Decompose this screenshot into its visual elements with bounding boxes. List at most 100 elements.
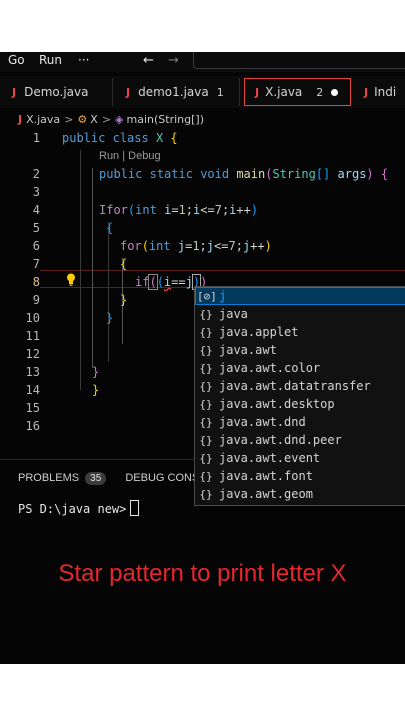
suggestion-item[interactable]: {} java.awt.color — [195, 359, 405, 377]
java-file-icon: J — [364, 85, 369, 99]
breadcrumb-class[interactable]: X — [90, 113, 98, 126]
suggestion-item[interactable]: {} java.awt.dnd — [195, 413, 405, 431]
panel-tabs: PROBLEMS 35 DEBUG CONSOL — [18, 472, 214, 485]
suggestion-item-selected[interactable]: [⊘] j — [195, 287, 405, 305]
breadcrumb-method[interactable]: main(String[]) — [127, 113, 204, 126]
module-icon: {} — [199, 343, 213, 357]
problem-count: 1 — [216, 85, 224, 99]
menu-more[interactable]: ··· — [78, 53, 89, 67]
lightbulb-icon[interactable] — [66, 273, 76, 286]
line-number: 2 — [32, 167, 40, 181]
unsaved-dot-icon[interactable] — [331, 88, 339, 96]
suggestion-item[interactable]: {} java.awt — [195, 341, 405, 359]
suggest-widget[interactable]: [⊘] j {} java {} java.applet {} java.awt {} j… — [194, 286, 405, 506]
terminal-prompt: PS D:\java new> — [18, 502, 127, 516]
code-line-6: for(int j=1;j<=7;j++) — [120, 239, 272, 253]
code-line-7: { — [120, 257, 128, 271]
indent-guide — [92, 168, 93, 368]
problem-count: 2 — [316, 85, 324, 99]
suggestion-item[interactable]: {} java.awt.event — [195, 449, 405, 467]
suggestion-label: java.awt — [219, 343, 277, 357]
java-file-icon: J — [126, 85, 131, 99]
chevron-right-icon: > — [101, 112, 112, 126]
suggestion-item[interactable]: {} java.awt.dnd.peer — [195, 431, 405, 449]
code-line-14: } — [92, 383, 100, 397]
suggestion-label: j — [219, 289, 227, 303]
menu-run[interactable]: Run — [39, 53, 62, 67]
tab-demo-java[interactable]: J Demo.java — [0, 78, 113, 106]
suggestion-item[interactable]: {} java.awt.font — [195, 467, 405, 485]
problems-count-badge: 35 — [85, 472, 107, 485]
indent-guide — [108, 222, 109, 362]
line-number: 14 — [25, 383, 40, 397]
code-line-9: } — [120, 293, 128, 307]
line-number: 3 — [32, 185, 40, 199]
breadcrumb: J X.java > ⚙ X > ◈ main(String[]) — [0, 110, 405, 128]
line-number: 1 — [32, 131, 40, 145]
module-icon: {} — [199, 361, 213, 375]
suggestion-item[interactable]: {} java.awt.datatransfer — [195, 377, 405, 395]
indent-guide — [80, 150, 81, 390]
module-icon: {} — [199, 433, 213, 447]
suggestion-label: java.awt.geom — [219, 487, 313, 501]
suggestion-label: java.awt.dnd — [219, 415, 306, 429]
line-number: 10 — [25, 311, 40, 325]
line-number: 4 — [32, 203, 40, 217]
module-icon: {} — [199, 397, 213, 411]
tab-label: demo1.java — [138, 85, 209, 99]
suggestion-label: java.applet — [219, 325, 299, 339]
forward-arrow-icon[interactable]: → — [168, 53, 179, 68]
module-icon: {} — [199, 469, 213, 483]
suggestion-item[interactable]: {} java.awt.desktop — [195, 395, 405, 413]
video-caption: Star pattern to print letter X — [58, 560, 347, 587]
variable-icon: [⊘] — [197, 289, 217, 303]
menu-go[interactable]: Go — [8, 53, 25, 67]
command-center-search[interactable] — [193, 52, 405, 69]
line-number: 5 — [32, 221, 40, 235]
code-line-4: Ifor(int i=1;i<=7;i++) — [99, 203, 259, 217]
class-icon: ⚙ — [77, 112, 88, 126]
codelens-run-debug[interactable]: Run | Debug — [99, 150, 161, 162]
menu-bar: Go Run ··· ← → — [0, 52, 405, 72]
suggestion-label: java.awt.datatransfer — [219, 379, 371, 393]
line-number-current: 8 — [32, 275, 40, 289]
module-icon: {} — [199, 451, 213, 465]
tab-x-java[interactable]: J X.java 2 — [244, 78, 351, 106]
code-line-2: public static void main(String[] args) { — [99, 167, 389, 181]
suggestion-item[interactable]: {} java — [195, 305, 405, 323]
line-number: 7 — [32, 257, 40, 271]
code-line-13: } — [92, 365, 100, 379]
java-file-icon: J — [18, 112, 23, 126]
tab-indi[interactable]: J Indi — [354, 78, 405, 106]
module-icon: {} — [199, 487, 213, 501]
video-frame: Go Run ··· ← → J Demo.java J demo1.java … — [0, 0, 405, 720]
java-file-icon: J — [12, 85, 17, 99]
module-icon: {} — [199, 415, 213, 429]
suggestion-label: java.awt.desktop — [219, 397, 335, 411]
suggestion-label: java.awt.color — [219, 361, 321, 375]
java-file-icon: J — [255, 85, 260, 99]
code-line-1: public class X { — [62, 131, 178, 145]
module-icon: {} — [199, 379, 213, 393]
line-number: 16 — [25, 419, 40, 433]
terminal-cursor — [130, 500, 140, 516]
code-line-5: { — [106, 221, 114, 235]
tab-label: Demo.java — [24, 85, 89, 99]
suggestion-label: java.awt.dnd.peer — [219, 433, 342, 447]
vscode-window: Go Run ··· ← → J Demo.java J demo1.java … — [0, 52, 405, 664]
terminal[interactable]: PS D:\java new> — [18, 500, 140, 516]
code-line-10: } — [106, 311, 114, 325]
line-number: 15 — [25, 401, 40, 415]
editor-tab-bar: J Demo.java J demo1.java 1 J X.java 2 J … — [0, 76, 405, 108]
module-icon: {} — [199, 307, 213, 321]
tab-demo1-java[interactable]: J demo1.java 1 — [114, 78, 240, 106]
chevron-right-icon: > — [64, 112, 74, 126]
breadcrumb-file[interactable]: X.java — [26, 113, 60, 126]
line-number: 13 — [25, 365, 40, 379]
suggestion-label: java — [219, 307, 248, 321]
tab-problems[interactable]: PROBLEMS — [18, 472, 79, 484]
back-arrow-icon[interactable]: ← — [143, 53, 154, 68]
suggestion-item[interactable]: {} java.applet — [195, 323, 405, 341]
suggestion-item[interactable]: {} java.awt.geom — [195, 485, 405, 503]
line-number: 11 — [25, 329, 40, 343]
